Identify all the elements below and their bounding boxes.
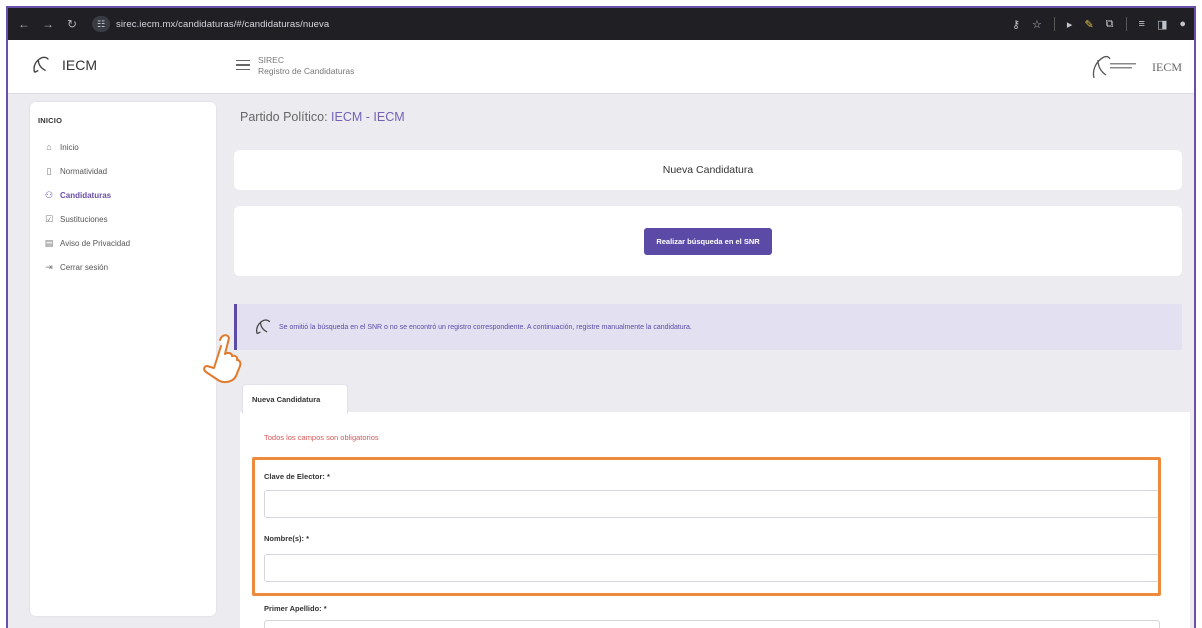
toolbar-divider bbox=[1053, 17, 1055, 31]
sidebar-item-cerrar-sesion[interactable]: ⇥ Cerrar sesión bbox=[30, 255, 216, 279]
clave-elector-label: Clave de Elector: * bbox=[264, 472, 330, 481]
alert-message: Se omitió la búsqueda en el SNR o no se … bbox=[279, 323, 692, 331]
url-text: sirec.iecm.mx/candidaturas/#/candidatura… bbox=[116, 18, 330, 30]
sidebar-item-sustituciones[interactable]: ☑ Sustituciones bbox=[30, 207, 216, 231]
brand[interactable]: IECM bbox=[30, 54, 97, 76]
users-icon: ⚇ bbox=[44, 189, 54, 200]
sidebar-item-aviso-privacidad[interactable]: ▤ Aviso de Privacidad bbox=[30, 231, 216, 255]
party-label: Partido Político: bbox=[240, 110, 328, 124]
sidebar-item-label: Cerrar sesión bbox=[60, 262, 109, 272]
document-icon: ▯ bbox=[46, 165, 52, 176]
browser-extensions: ⚷ ☆ ▸ ✎ ⧉ ≡ ◨ ● bbox=[1012, 17, 1186, 31]
list-box-icon: ▤ bbox=[44, 237, 54, 248]
back-icon[interactable]: ← bbox=[16, 17, 32, 31]
snr-search-card: Realizar búsqueda en el SNR bbox=[234, 206, 1182, 276]
extension-pen-icon[interactable]: ✎ bbox=[1084, 18, 1093, 31]
forward-icon[interactable]: → bbox=[40, 17, 56, 31]
system-name: SIREC bbox=[258, 55, 284, 65]
extension-play-icon[interactable]: ▸ bbox=[1067, 18, 1073, 31]
site-info-icon[interactable]: ☷ bbox=[92, 16, 110, 32]
iecm-logo-icon bbox=[256, 319, 271, 335]
institute-name: IECM bbox=[1152, 60, 1182, 74]
password-key-icon[interactable]: ⚷ bbox=[1012, 18, 1020, 31]
extensions-puzzle-icon[interactable]: ⧉ bbox=[1106, 18, 1114, 31]
sidebar-item-label: Candidaturas bbox=[60, 190, 112, 200]
address-bar[interactable]: ☷ sirec.iecm.mx/candidaturas/#/candidatu… bbox=[92, 14, 952, 34]
browser-toolbar: ← → ↻ ☷ sirec.iecm.mx/candidaturas/#/can… bbox=[8, 8, 1194, 40]
pointing-hand-icon bbox=[203, 334, 242, 384]
sidebar-section-title: INICIO bbox=[38, 116, 63, 125]
primer-apellido-input[interactable] bbox=[264, 620, 1160, 628]
nombre-label: Nombre(s): * bbox=[264, 534, 310, 543]
bookmark-star-icon[interactable]: ☆ bbox=[1032, 18, 1042, 31]
party-value: IECM - IECM bbox=[331, 110, 405, 124]
system-title: SIREC Registro de Candidaturas bbox=[258, 55, 354, 77]
reload-icon[interactable]: ↻ bbox=[64, 17, 80, 31]
menu-toggle-icon[interactable] bbox=[236, 60, 250, 70]
snr-search-button[interactable]: Realizar búsqueda en el SNR bbox=[644, 227, 772, 255]
app-frame: ← → ↻ ☷ sirec.iecm.mx/candidaturas/#/can… bbox=[6, 6, 1196, 628]
sidebar-item-label: Normatividad bbox=[60, 166, 108, 176]
sidebar-item-label: Aviso de Privacidad bbox=[60, 238, 131, 248]
party-heading: Partido Político: IECM - IECM bbox=[240, 110, 405, 124]
system-subtitle: Registro de Candidaturas bbox=[258, 66, 355, 76]
sidebar-item-candidaturas[interactable]: ⚇ Candidaturas bbox=[30, 183, 216, 207]
sidebar-item-label: Sustituciones bbox=[60, 214, 108, 224]
required-fields-note: Todos los campos son obligatorios bbox=[264, 433, 379, 442]
tab-nueva-candidatura[interactable]: Nueva Candidatura bbox=[242, 384, 348, 414]
nombre-input[interactable] bbox=[264, 554, 1160, 582]
check-square-icon: ☑ bbox=[44, 213, 54, 224]
app-header: IECM SIREC Registro de Candidaturas IECM bbox=[8, 40, 1194, 94]
toolbar-divider bbox=[1125, 17, 1127, 31]
logout-icon: ⇥ bbox=[45, 261, 53, 272]
home-icon: ⌂ bbox=[46, 142, 52, 152]
sidebar: INICIO ⌂ Inicio ▯ Normatividad ⚇ Candida… bbox=[30, 102, 216, 616]
profile-icon[interactable]: ● bbox=[1179, 18, 1186, 30]
sidebar-item-label: Inicio bbox=[60, 142, 79, 152]
clave-elector-input[interactable] bbox=[264, 490, 1160, 518]
page-title-card: Nueva Candidatura bbox=[234, 150, 1182, 190]
sidebar-item-inicio[interactable]: ⌂ Inicio bbox=[30, 135, 216, 159]
page-title: Nueva Candidatura bbox=[662, 164, 754, 176]
info-alert: Se omitió la búsqueda en el SNR o no se … bbox=[234, 304, 1182, 350]
brand-name: IECM bbox=[62, 57, 97, 73]
side-panel-icon[interactable]: ◨ bbox=[1157, 18, 1167, 31]
media-queue-icon[interactable]: ≡ bbox=[1139, 18, 1145, 30]
iecm-logo-icon bbox=[33, 56, 49, 73]
form-card bbox=[240, 412, 1190, 628]
primer-apellido-label: Primer Apellido: * bbox=[264, 604, 327, 613]
sidebar-item-normatividad[interactable]: ▯ Normatividad bbox=[30, 159, 216, 183]
institute-logo-icon bbox=[1092, 55, 1136, 79]
